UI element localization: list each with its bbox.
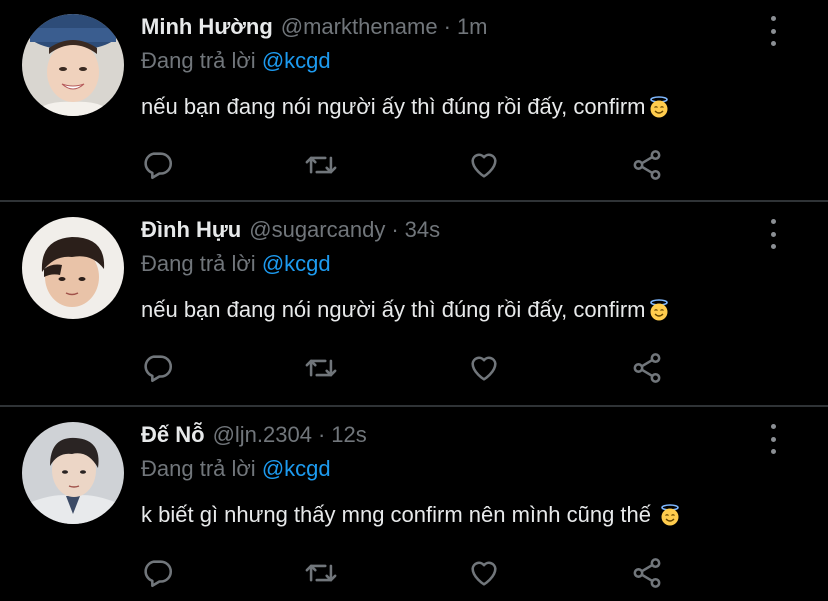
timestamp[interactable]: 34s xyxy=(405,217,440,243)
tweet[interactable]: Đình Hựu @sugarcandy · 34s Đang trả lời … xyxy=(0,203,828,405)
retweet-icon xyxy=(305,564,337,582)
user-handle[interactable]: @ljn.2304 xyxy=(213,422,312,448)
reply-icon xyxy=(144,355,173,383)
tweet[interactable]: Đế Nỗ @ljn.2304 · 12s Đang trả lời @kcgd… xyxy=(0,408,828,601)
timestamp[interactable]: 1m xyxy=(457,14,488,40)
mention-link[interactable]: @kcgd xyxy=(262,251,331,276)
avatar-image xyxy=(22,14,124,116)
more-vertical-icon[interactable] xyxy=(762,424,784,454)
separator-dot: · xyxy=(443,14,451,39)
share-button[interactable] xyxy=(627,553,667,593)
share-icon xyxy=(633,353,661,383)
replying-to-label: Đang trả lời xyxy=(141,456,256,481)
replying-to-label: Đang trả lời xyxy=(141,251,256,276)
retweet-icon xyxy=(305,156,337,174)
avatar-image xyxy=(22,217,124,319)
divider xyxy=(0,405,828,407)
smiling-face-with-halo-icon xyxy=(649,96,668,118)
heart-icon xyxy=(471,356,497,381)
display-name[interactable]: Minh Hường xyxy=(141,14,273,40)
separator-dot: · xyxy=(317,422,326,447)
mention-link[interactable]: @kcgd xyxy=(262,48,331,73)
tweet-actions xyxy=(0,145,828,191)
retweet-button[interactable] xyxy=(301,553,341,593)
tweet-header: Đình Hựu @sugarcandy · 34s xyxy=(141,217,440,249)
timestamp[interactable]: 12s xyxy=(331,422,366,448)
reply-button[interactable] xyxy=(138,145,178,185)
tweet-text-content: k biết gì nhưng thấy mng confirm nên mìn… xyxy=(141,502,652,527)
tweet-text: nếu bạn đang nói người ấy thì đúng rồi đ… xyxy=(141,94,670,120)
tweet-header: Đế Nỗ @ljn.2304 · 12s xyxy=(141,422,367,454)
avatar[interactable] xyxy=(22,422,124,524)
avatar[interactable] xyxy=(22,14,124,116)
more-vertical-icon[interactable] xyxy=(762,219,784,249)
reply-button[interactable] xyxy=(138,348,178,388)
user-handle[interactable]: @sugarcandy xyxy=(249,217,385,243)
reply-feed: Minh Hường @markthename · 1m Đang trả lờ… xyxy=(0,0,828,601)
smiling-face-with-halo-icon xyxy=(649,299,668,321)
tweet-actions xyxy=(0,348,828,394)
retweet-button[interactable] xyxy=(301,145,341,185)
avatar-image xyxy=(22,422,124,524)
like-button[interactable] xyxy=(464,348,504,388)
like-button[interactable] xyxy=(464,145,504,185)
mention-link[interactable]: @kcgd xyxy=(262,456,331,481)
share-button[interactable] xyxy=(627,145,667,185)
more-vertical-icon[interactable] xyxy=(762,16,784,46)
share-icon xyxy=(633,150,661,180)
share-icon xyxy=(633,558,661,588)
avatar[interactable] xyxy=(22,217,124,319)
reply-button[interactable] xyxy=(138,553,178,593)
replying-to-label: Đang trả lời xyxy=(141,48,256,73)
replying-to: Đang trả lời @kcgd xyxy=(141,251,331,277)
tweet-text: k biết gì nhưng thấy mng confirm nên mìn… xyxy=(141,502,681,528)
smiling-face-with-halo-icon xyxy=(661,504,679,526)
tweet[interactable]: Minh Hường @markthename · 1m Đang trả lờ… xyxy=(0,0,828,200)
display-name[interactable]: Đế Nỗ xyxy=(141,422,205,448)
tweet-header: Minh Hường @markthename · 1m xyxy=(141,14,488,46)
tweet-actions xyxy=(0,553,828,599)
tweet-text-content: nếu bạn đang nói người ấy thì đúng rồi đ… xyxy=(141,94,646,119)
user-handle[interactable]: @markthename xyxy=(281,14,438,40)
display-name[interactable]: Đình Hựu xyxy=(141,217,241,243)
share-button[interactable] xyxy=(627,348,667,388)
reply-icon xyxy=(144,560,173,588)
heart-icon xyxy=(471,561,497,586)
replying-to: Đang trả lời @kcgd xyxy=(141,456,331,482)
tweet-text-content: nếu bạn đang nói người ấy thì đúng rồi đ… xyxy=(141,297,646,322)
separator-dot: · xyxy=(391,217,399,242)
retweet-icon xyxy=(305,359,337,377)
heart-icon xyxy=(471,153,497,178)
replying-to: Đang trả lời @kcgd xyxy=(141,48,331,74)
tweet-text: nếu bạn đang nói người ấy thì đúng rồi đ… xyxy=(141,297,670,323)
divider xyxy=(0,200,828,202)
reply-icon xyxy=(144,152,173,180)
retweet-button[interactable] xyxy=(301,348,341,388)
like-button[interactable] xyxy=(464,553,504,593)
